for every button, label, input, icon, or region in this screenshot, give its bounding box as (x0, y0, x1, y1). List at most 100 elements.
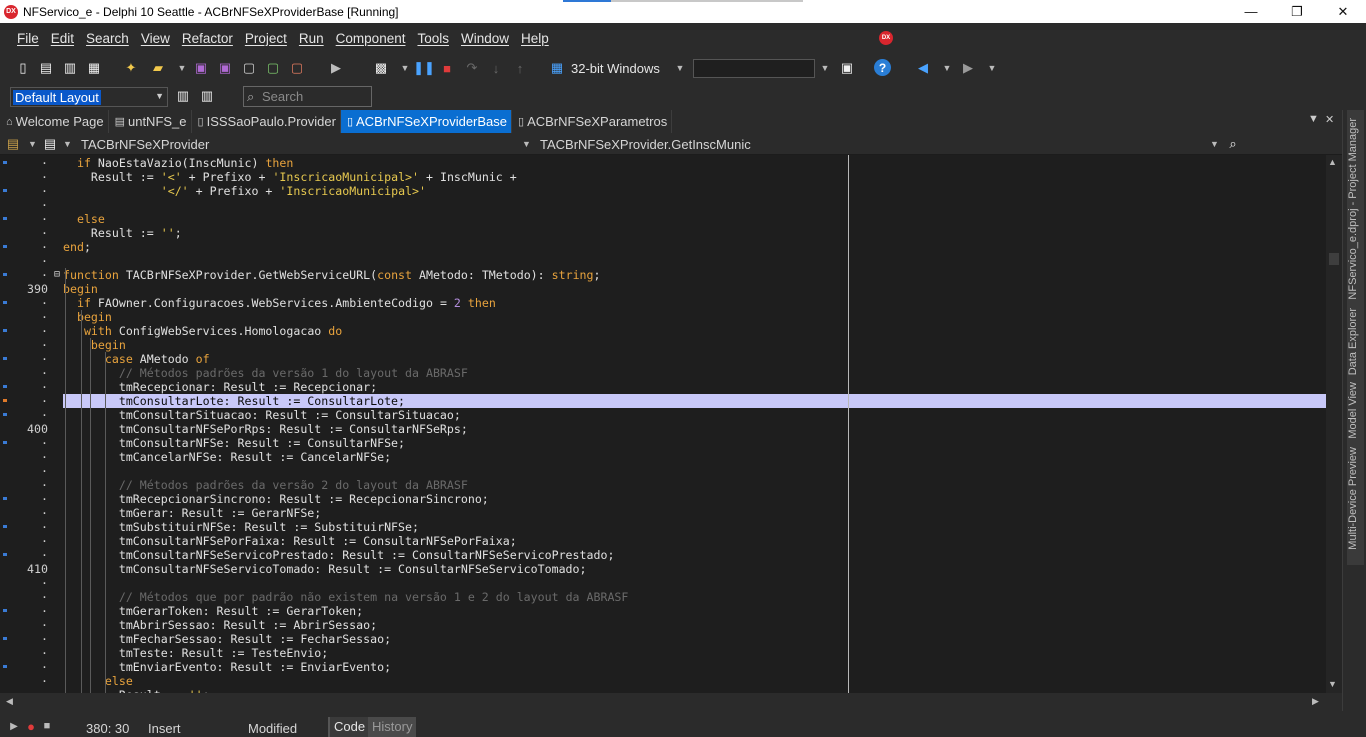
tab-model-view[interactable]: Model View (1347, 382, 1359, 439)
breakpoint-marker[interactable] (3, 637, 7, 640)
code-line[interactable]: tmEnviarEvento: Result := EnviarEvento; (63, 660, 1326, 674)
code-line[interactable]: tmConsultarNFSeServicoPrestado: Result :… (63, 548, 1326, 562)
code-editor[interactable]: · · · · · · · · · 390 · · · · · · · · · 400 · · · · · · · · · 410 · · · ·… (0, 155, 1342, 693)
breakpoint-marker[interactable] (3, 441, 7, 444)
menu-edit[interactable]: Edit (51, 31, 74, 46)
code-line[interactable]: with ConfigWebServices.Homologacao do (63, 324, 1326, 338)
layout-select[interactable]: Default Layout ▼ (10, 87, 168, 107)
forward-icon[interactable]: ▶ (959, 59, 977, 77)
breakpoint-marker[interactable] (3, 399, 7, 402)
code-line[interactable]: tmConsultarNFSe: Result := ConsultarNFSe… (63, 436, 1326, 450)
run-icon[interactable]: ▶ (327, 59, 345, 77)
code-line[interactable]: // Métodos padrões da versão 2 do layout… (63, 478, 1326, 492)
stop-icon[interactable]: ■ (438, 59, 456, 77)
current-execution-line[interactable]: tmConsultarLote: Result := ConsultarLote… (63, 394, 1326, 408)
tab-project-manager[interactable]: NFServico_e.dproj - Project Manager (1347, 118, 1359, 300)
stop-macro-icon[interactable]: ■ (38, 717, 56, 735)
breakpoint-marker[interactable] (3, 161, 7, 164)
breakpoint-marker[interactable] (3, 497, 7, 500)
add-to-project-icon[interactable]: ▢ (264, 59, 282, 77)
horizontal-scrollbar[interactable]: ◀ ▶ (0, 693, 1342, 711)
tab-list-dropdown-icon[interactable]: ▼ (1308, 113, 1319, 125)
run-until-return-icon[interactable]: ↑ (511, 59, 529, 77)
breakpoint-marker[interactable] (3, 301, 7, 304)
tab-data-explorer[interactable]: Data Explorer (1347, 308, 1359, 375)
code-line[interactable]: tmGerarToken: Result := GerarToken; (63, 604, 1326, 618)
search-input[interactable] (262, 89, 367, 104)
open-project-dropdown-icon[interactable]: ▼ (177, 59, 187, 77)
chevron-down-icon[interactable]: ▼ (28, 139, 37, 149)
forward-dropdown-icon[interactable]: ▼ (987, 59, 997, 77)
code-line[interactable]: Result := ''; (63, 226, 1326, 240)
menu-help[interactable]: Help (521, 31, 549, 46)
open-file-icon[interactable]: ▤ (37, 59, 55, 77)
save-desktop-icon[interactable]: ▥ (174, 87, 192, 105)
code-line[interactable]: tmSubstituirNFSe: Result := SubstituirNF… (63, 520, 1326, 534)
code-line[interactable]: tmConsultarNFSeServicoTomado: Result := … (63, 562, 1326, 576)
method-selector-dropdown-icon[interactable]: ▼ (1210, 139, 1219, 149)
scroll-up-icon[interactable]: ▲ (1328, 157, 1337, 167)
save-icon[interactable]: ▣ (192, 59, 210, 77)
menu-project[interactable]: Project (245, 31, 287, 46)
configuration-combo[interactable] (693, 59, 815, 78)
code-line[interactable] (63, 198, 1326, 212)
code-line[interactable]: tmConsultarSituacao: Result := Consultar… (63, 408, 1326, 422)
menu-tools[interactable]: Tools (417, 31, 449, 46)
add-file-icon[interactable]: ▢ (240, 59, 258, 77)
save-all-icon[interactable]: ▥ (61, 59, 79, 77)
class-selector[interactable]: TACBrNFSeXProvider (81, 137, 209, 152)
pause-icon[interactable]: ❚❚ (413, 59, 435, 77)
menu-run[interactable]: Run (299, 31, 324, 46)
code-line[interactable]: begin (63, 310, 1326, 324)
code-area[interactable]: if NaoEstaVazio(InscMunic) then Result :… (63, 155, 1326, 693)
tab-acbrnfsexparametros[interactable]: ▯ ACBrNFSeXParametros (512, 110, 673, 133)
code-line[interactable]: if NaoEstaVazio(InscMunic) then (63, 156, 1326, 170)
class-selector-dropdown-icon[interactable]: ▼ (522, 139, 531, 149)
run-without-debugging-icon[interactable]: ▩ (372, 59, 390, 77)
maximize-button[interactable]: ❐ (1274, 0, 1320, 23)
vertical-scrollbar[interactable]: ▲ ▼ (1326, 155, 1342, 693)
breakpoint-marker[interactable] (3, 357, 7, 360)
breakpoint-marker[interactable] (3, 609, 7, 612)
unit-list-icon[interactable]: ▤ (41, 135, 59, 153)
chevron-down-icon[interactable]: ▼ (63, 139, 72, 149)
platform-dropdown-icon[interactable]: ▼ (675, 59, 685, 77)
configuration-dropdown-icon[interactable]: ▼ (820, 59, 830, 77)
code-line[interactable]: begin (63, 282, 1326, 296)
code-line[interactable]: '</' + Prefixo + 'InscricaoMunicipal>' (63, 184, 1326, 198)
menu-view[interactable]: View (141, 31, 170, 46)
close-tab-icon[interactable]: ✕ (1325, 113, 1334, 126)
code-line[interactable]: end; (63, 240, 1326, 254)
scroll-down-icon[interactable]: ▼ (1328, 679, 1337, 689)
find-declaration-icon[interactable]: ⌕ (1224, 135, 1242, 153)
scroll-left-icon[interactable]: ◀ (6, 696, 13, 707)
tab-welcome-page[interactable]: ⌂ Welcome Page (0, 110, 109, 133)
code-line[interactable]: tmConsultarNFSePorFaixa: Result := Consu… (63, 534, 1326, 548)
code-line[interactable]: else (63, 674, 1326, 688)
code-line[interactable]: begin (63, 338, 1326, 352)
menu-component[interactable]: Component (336, 31, 406, 46)
tab-acbrnfsexproviderbase[interactable]: ▯ ACBrNFSeXProviderBase (340, 110, 513, 133)
tab-history[interactable]: History (368, 717, 417, 737)
breakpoint-marker[interactable] (3, 413, 7, 416)
fold-toggle-icon[interactable]: ⊟ (54, 268, 60, 282)
code-line[interactable]: else (63, 212, 1326, 226)
breakpoint-marker[interactable] (3, 217, 7, 220)
code-line[interactable]: tmFecharSessao: Result := FecharSessao; (63, 632, 1326, 646)
code-line[interactable]: tmCancelarNFSe: Result := CancelarNFSe; (63, 450, 1326, 464)
code-line[interactable]: Result := '<' + Prefixo + 'InscricaoMuni… (63, 170, 1326, 184)
save-project-icon[interactable]: ▣ (216, 59, 234, 77)
tab-untnfs-e[interactable]: ▤ untNFS_e (109, 110, 192, 133)
code-line[interactable]: if FAOwner.Configuracoes.WebServices.Amb… (63, 296, 1326, 310)
code-line[interactable]: tmAbrirSessao: Result := AbrirSessao; (63, 618, 1326, 632)
scroll-thumb[interactable] (1329, 253, 1339, 265)
close-file-icon[interactable]: ▦ (85, 59, 103, 77)
set-debug-desktop-icon[interactable]: ▥ (198, 87, 216, 105)
code-line[interactable]: tmTeste: Result := TesteEnvio; (63, 646, 1326, 660)
code-line[interactable] (63, 254, 1326, 268)
breakpoint-marker[interactable] (3, 245, 7, 248)
trace-into-icon[interactable]: ↓ (487, 59, 505, 77)
breakpoint-marker[interactable] (3, 273, 7, 276)
back-dropdown-icon[interactable]: ▼ (942, 59, 952, 77)
tab-multi-device-preview[interactable]: Multi-Device Preview (1347, 447, 1359, 550)
